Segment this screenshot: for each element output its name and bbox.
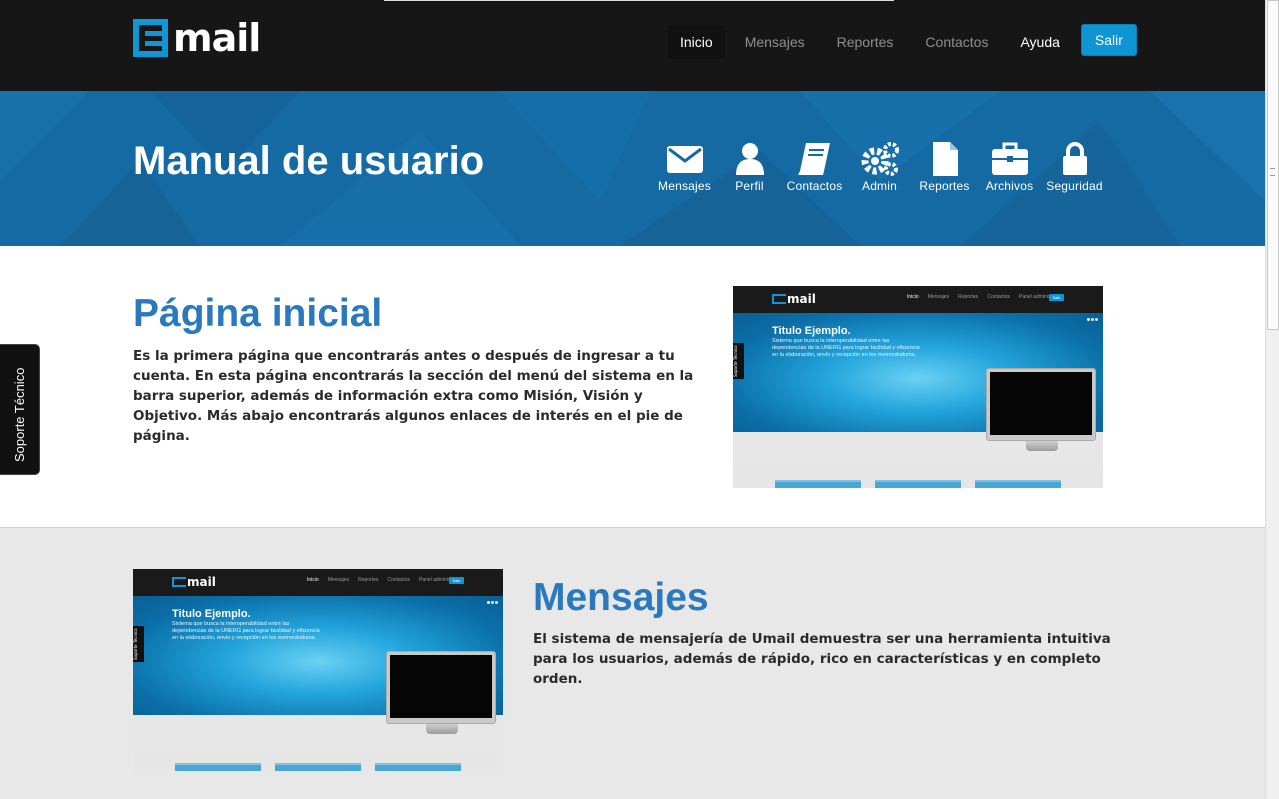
logo-mark-icon bbox=[133, 19, 168, 57]
thumb-menu-item: Contactos bbox=[387, 577, 410, 583]
thumb-box bbox=[175, 763, 261, 771]
gears-icon bbox=[861, 142, 899, 176]
lock-icon bbox=[1062, 142, 1087, 175]
thumb-box bbox=[775, 480, 861, 488]
thumb-heading: Titulo Ejemplo. bbox=[772, 325, 851, 337]
brand-logo[interactable]: mail bbox=[133, 16, 261, 60]
section-description: El sistema de mensajería de Umail demues… bbox=[533, 631, 1111, 687]
section-pagina-inicial: Página inicial Es la primera página que … bbox=[0, 246, 1265, 528]
scrollbar-grip-icon bbox=[1270, 168, 1275, 176]
support-tab-label: Soporte Técnico bbox=[12, 367, 27, 462]
thumb-carousel-dots bbox=[1087, 318, 1099, 321]
section-description: Es la primera página que encontrarás ant… bbox=[133, 348, 694, 444]
nav-item-reportes[interactable]: Reportes bbox=[825, 25, 906, 59]
shortcut-perfil[interactable]: Perfil bbox=[717, 141, 782, 193]
shortcut-bar: Mensajes Perfil Contactos Admin Reportes… bbox=[652, 141, 1107, 193]
page-scrollbar[interactable] bbox=[1265, 0, 1279, 799]
thumb-description: Sistema que busca la interoperabilidad e… bbox=[772, 338, 920, 358]
shortcut-label: Admin bbox=[861, 179, 897, 193]
thumb-box bbox=[975, 480, 1061, 488]
shortcut-label: Seguridad bbox=[1046, 179, 1103, 193]
logout-button[interactable]: Salir bbox=[1080, 24, 1137, 56]
nav-item-contactos[interactable]: Contactos bbox=[913, 25, 1000, 59]
section-title: Mensajes bbox=[533, 576, 709, 619]
thumb-menu-item: Reportes bbox=[358, 577, 379, 583]
top-divider bbox=[384, 0, 894, 1]
thumb-logo: mail bbox=[772, 292, 816, 306]
support-tab[interactable]: Soporte Técnico bbox=[0, 344, 40, 475]
thumb-box bbox=[275, 763, 361, 771]
page-title: Manual de usuario bbox=[133, 139, 485, 183]
file-icon bbox=[932, 142, 958, 176]
monitor-image bbox=[386, 651, 496, 724]
book-icon bbox=[797, 143, 830, 175]
shortcut-label: Reportes bbox=[919, 179, 970, 193]
section-mensajes: mail Inicio Mensajes Reportes Contactos … bbox=[0, 529, 1265, 799]
nav-item-mensajes[interactable]: Mensajes bbox=[733, 25, 817, 59]
shortcut-contactos[interactable]: Contactos bbox=[782, 141, 847, 193]
thumb-menu-item: Inicio bbox=[907, 294, 919, 300]
top-navbar: mail Inicio Mensajes Reportes Contactos … bbox=[0, 0, 1265, 91]
screenshot-thumbnail: mail Inicio Mensajes Reportes Contactos … bbox=[733, 286, 1103, 488]
shortcut-mensajes[interactable]: Mensajes bbox=[652, 141, 717, 193]
thumb-description: Sistema que busca la interoperabilidad e… bbox=[172, 621, 320, 641]
main-nav: Inicio Mensajes Reportes Contactos Ayuda… bbox=[668, 24, 1137, 59]
thumb-logo-text: mail bbox=[787, 292, 816, 306]
thumb-heading: Titulo Ejemplo. bbox=[172, 608, 251, 620]
shortcut-label: Mensajes bbox=[658, 179, 711, 193]
nav-item-ayuda[interactable]: Ayuda bbox=[1008, 25, 1071, 59]
shortcut-label: Perfil bbox=[735, 179, 764, 193]
thumb-menu-item: Inicio bbox=[307, 577, 319, 583]
hero-banner: Manual de usuario Mensajes Perfil Contac… bbox=[0, 91, 1265, 246]
thumb-button: Salir bbox=[1049, 294, 1064, 301]
shortcut-seguridad[interactable]: Seguridad bbox=[1042, 141, 1107, 193]
briefcase-icon bbox=[991, 142, 1028, 175]
nav-item-inicio[interactable]: Inicio bbox=[668, 25, 725, 59]
scrollbar-thumb[interactable] bbox=[1267, 0, 1279, 330]
thumb-logo: mail bbox=[172, 575, 216, 589]
thumb-menu-item: Mensajes bbox=[327, 577, 350, 583]
brand-name: mail bbox=[173, 16, 261, 60]
thumb-box bbox=[875, 480, 961, 488]
shortcut-label: Contactos bbox=[786, 179, 843, 193]
thumb-menu-item: Contactos bbox=[987, 294, 1010, 300]
shortcut-archivos[interactable]: Archivos bbox=[977, 141, 1042, 193]
monitor-image bbox=[986, 368, 1096, 441]
thumb-box bbox=[375, 763, 461, 771]
monitor-stand bbox=[1026, 441, 1058, 451]
thumb-button: Salir bbox=[449, 577, 464, 584]
shortcut-label: Archivos bbox=[985, 179, 1034, 193]
thumb-side-tab: Soporte Técnico bbox=[133, 626, 144, 662]
monitor-stand bbox=[426, 724, 458, 734]
user-icon bbox=[735, 143, 764, 175]
envelope-icon bbox=[666, 146, 703, 173]
screenshot-thumbnail: mail Inicio Mensajes Reportes Contactos … bbox=[133, 569, 503, 771]
thumb-carousel-dots bbox=[487, 601, 499, 604]
shortcut-reportes[interactable]: Reportes bbox=[912, 141, 977, 193]
section-title: Página inicial bbox=[133, 292, 383, 335]
shortcut-admin[interactable]: Admin bbox=[847, 141, 912, 193]
thumb-menu-item: Mensajes bbox=[927, 294, 950, 300]
thumb-logo-text: mail bbox=[187, 575, 216, 589]
thumb-side-tab: Soporte Técnico bbox=[733, 343, 744, 379]
thumb-menu-item: Reportes bbox=[958, 294, 979, 300]
